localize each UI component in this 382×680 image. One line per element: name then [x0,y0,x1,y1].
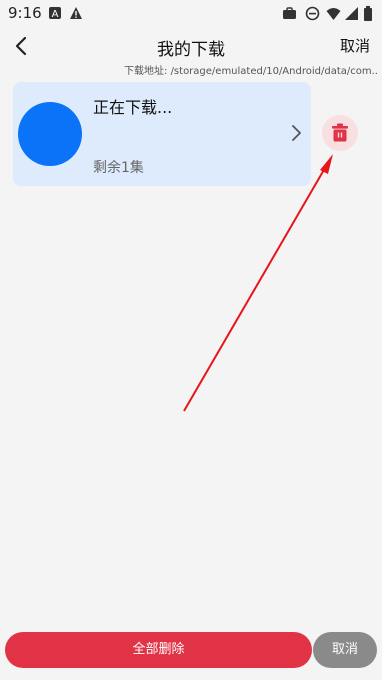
download-path-value: /storage/emulated/10/Android/data/com.. [170,66,378,77]
page-title: 我的下载 [157,40,225,60]
download-item-title: 正在下载... [93,98,173,117]
signal-icon [344,6,359,21]
delete-item-button[interactable] [322,115,358,151]
download-item-card[interactable]: 正在下载... 剩余1集 [13,82,311,186]
chevron-right-icon [289,122,303,144]
download-path: 下载地址: /storage/emulated/10/Android/data/… [124,62,380,77]
download-item-remaining: 剩余1集 [93,160,144,176]
download-path-label: 下载地址: [124,66,168,77]
do-not-disturb-icon [305,6,320,21]
warning-icon [69,6,83,20]
header: 我的下载 取消 [0,30,382,64]
wifi-icon [326,6,341,21]
briefcase-icon [282,6,297,21]
delete-all-button[interactable]: 全部删除 [5,632,312,668]
status-time: 9:16 [8,4,42,22]
trash-icon [332,123,348,142]
cancel-bottom-button[interactable]: 取消 [313,632,377,668]
cancel-button[interactable]: 取消 [340,35,370,56]
download-item-thumbnail [18,102,82,166]
status-bar: 9:16 A [0,0,382,28]
battery-icon [363,6,378,21]
a-notification-icon: A [48,6,62,20]
svg-text:A: A [52,9,59,20]
